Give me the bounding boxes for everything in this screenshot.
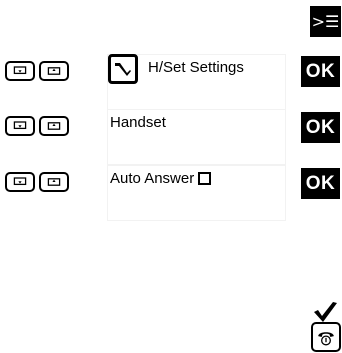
scroll-up-key-icon[interactable] bbox=[39, 172, 69, 192]
row-label: H/Set Settings bbox=[148, 59, 244, 76]
row-label-wrap: Auto Answer bbox=[110, 170, 212, 187]
ok-button-hset-settings[interactable]: OK bbox=[301, 56, 340, 87]
ok-button-handset[interactable]: OK bbox=[301, 112, 340, 143]
menu-row-handset: Handset bbox=[108, 110, 285, 164]
row-label: Auto Answer bbox=[110, 170, 195, 187]
checkmark-icon bbox=[311, 300, 339, 324]
phone-key[interactable] bbox=[311, 322, 341, 352]
wrench-icon bbox=[115, 63, 131, 76]
ok-button-auto-answer[interactable]: OK bbox=[301, 168, 340, 199]
auto-answer-checkbox[interactable] bbox=[198, 172, 212, 185]
scroll-down-key-icon[interactable] bbox=[5, 61, 35, 81]
menu-key-icon[interactable]: >☰ bbox=[310, 6, 341, 37]
settings-key[interactable] bbox=[108, 54, 138, 84]
phone-end-key-icon bbox=[318, 332, 334, 346]
scroll-up-key-icon[interactable] bbox=[39, 61, 69, 81]
scroll-down-key-icon[interactable] bbox=[5, 172, 35, 192]
menu-row-auto-answer: Auto Answer bbox=[108, 166, 285, 220]
scroll-up-key-icon[interactable] bbox=[39, 116, 69, 136]
row-label: Handset bbox=[110, 114, 166, 131]
scroll-down-key-icon[interactable] bbox=[5, 116, 35, 136]
